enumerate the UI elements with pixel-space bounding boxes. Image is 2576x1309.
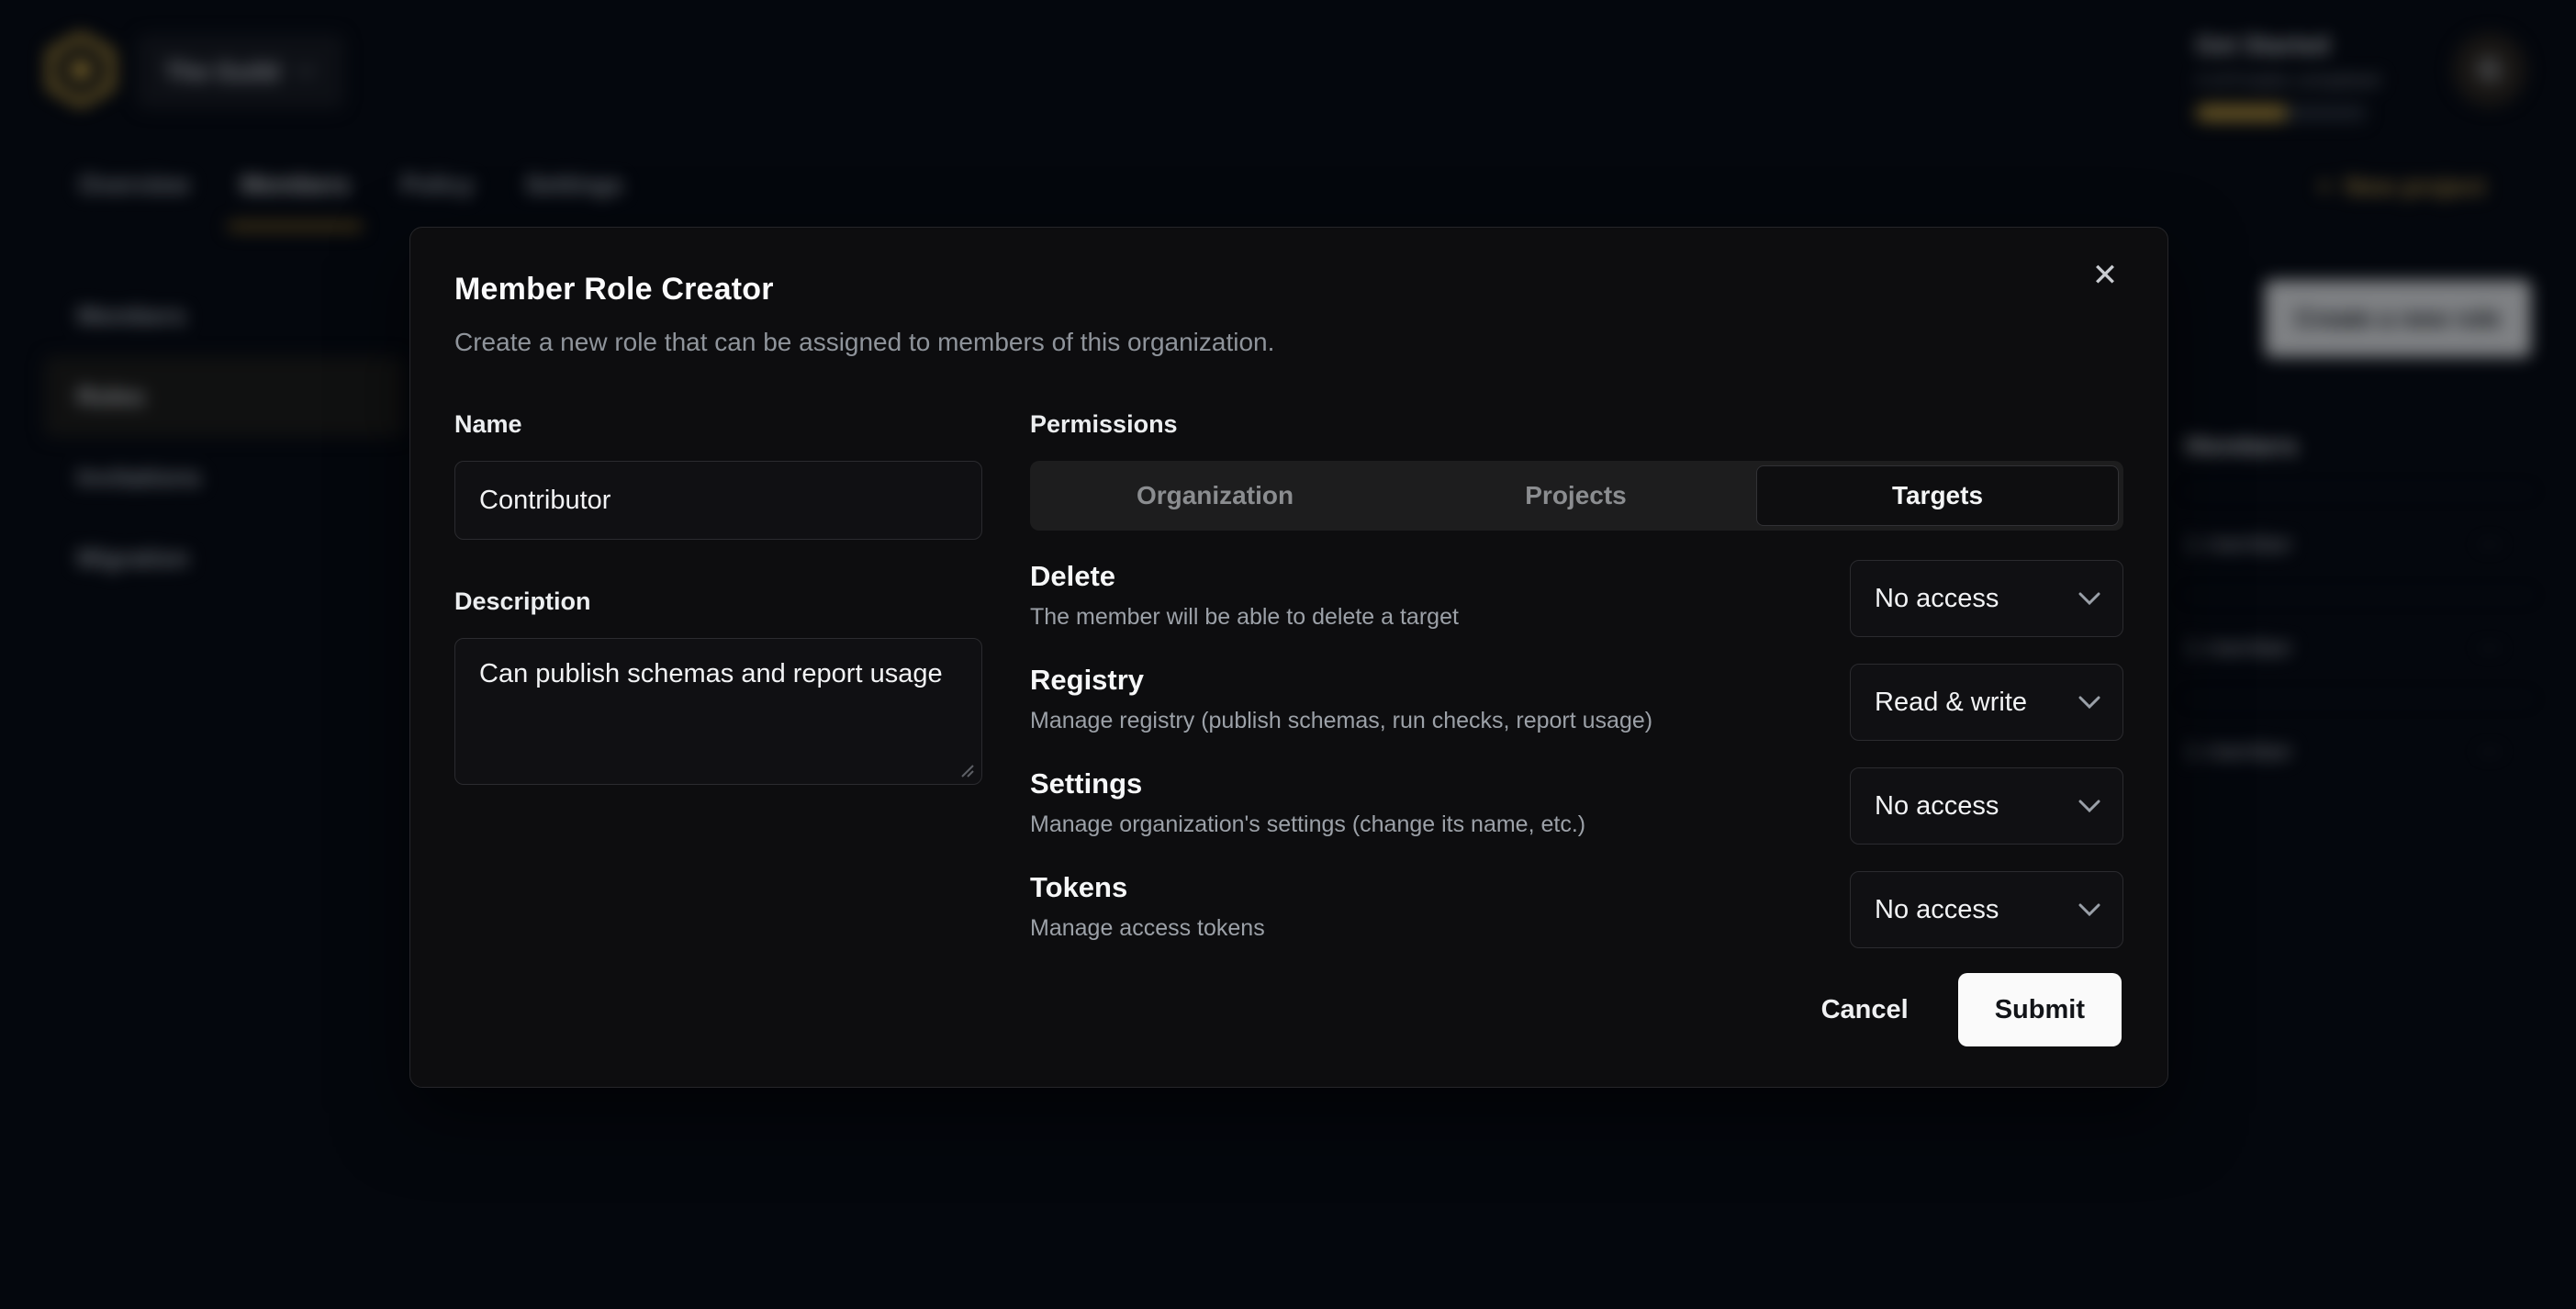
permission-row-registry: Registry Manage registry (publish schema… (1030, 664, 2123, 741)
permission-title: Tokens (1030, 871, 1265, 904)
dialog-subtitle: Create a new role that can be assigned t… (454, 328, 2123, 357)
permission-title: Delete (1030, 560, 1459, 593)
permission-row-settings: Settings Manage organization's settings … (1030, 767, 2123, 845)
permissions-tablist: Organization Projects Targets (1030, 461, 2123, 531)
chevron-down-icon (2078, 800, 2100, 813)
tokens-access-select[interactable]: No access (1850, 871, 2123, 948)
registry-access-select[interactable]: Read & write (1850, 664, 2123, 741)
settings-access-select[interactable]: No access (1850, 767, 2123, 845)
permission-description: Manage registry (publish schemas, run ch… (1030, 708, 1652, 734)
dialog-title: Member Role Creator (454, 272, 2123, 308)
description-textarea[interactable]: Can publish schemas and report usage (454, 638, 982, 785)
member-role-creator-dialog: ✕ Member Role Creator Create a new role … (409, 227, 2168, 1088)
tab-projects[interactable]: Projects (1395, 465, 1756, 526)
permission-title: Settings (1030, 767, 1585, 800)
chevron-down-icon (2078, 903, 2100, 917)
name-label: Name (454, 410, 982, 439)
permission-row-tokens: Tokens Manage access tokens No access (1030, 871, 2123, 948)
chevron-down-icon (2078, 592, 2100, 606)
resize-handle-icon[interactable] (958, 762, 975, 778)
delete-access-select[interactable]: No access (1850, 560, 2123, 637)
description-label: Description (454, 587, 982, 616)
permission-description: Manage access tokens (1030, 915, 1265, 942)
submit-button[interactable]: Submit (1958, 973, 2122, 1046)
chevron-down-icon (2078, 696, 2100, 710)
name-input[interactable] (454, 461, 982, 540)
close-icon[interactable]: ✕ (2085, 255, 2125, 296)
permission-row-delete: Delete The member will be able to delete… (1030, 560, 2123, 637)
permission-title: Registry (1030, 664, 1652, 697)
app-window: The Guild Get Started 4 of 8 tasks compl… (0, 0, 2576, 1309)
permission-description: The member will be able to delete a targ… (1030, 604, 1459, 631)
tab-targets[interactable]: Targets (1756, 465, 2119, 526)
permission-description: Manage organization's settings (change i… (1030, 811, 1585, 838)
permissions-label: Permissions (1030, 410, 2123, 439)
cancel-button[interactable]: Cancel (1790, 973, 1940, 1046)
tab-organization[interactable]: Organization (1035, 465, 1395, 526)
